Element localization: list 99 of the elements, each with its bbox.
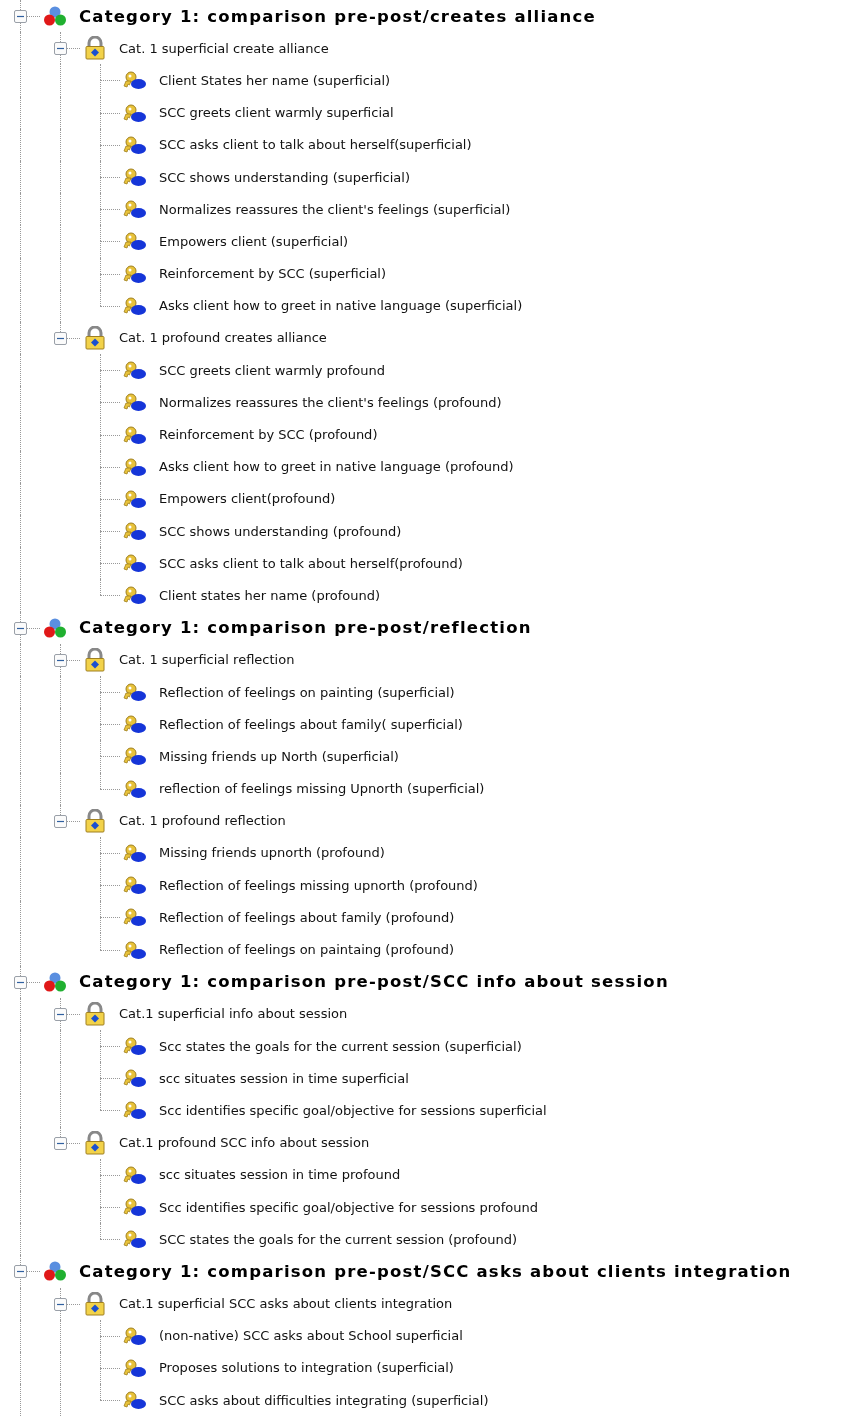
- tree-item-label[interactable]: Scc identifies specific goal/objective for sessions superficial: [159, 1102, 547, 1118]
- key-icon: [123, 424, 147, 445]
- expand-toggle[interactable]: [14, 621, 27, 635]
- tree-item-label[interactable]: Empowers client(profound): [159, 491, 336, 507]
- expand-toggle[interactable]: [54, 653, 67, 667]
- tree-item-label[interactable]: Reflection of feelings on painting (superficial): [159, 684, 455, 700]
- tree-item-label[interactable]: Cat.1 superficial info about session: [119, 1006, 348, 1022]
- key-icon: [123, 585, 147, 606]
- tree-item-label[interactable]: SCC greets client warmly superficial: [159, 105, 394, 121]
- tree-item-label[interactable]: Empowers client (superficial): [159, 233, 349, 249]
- tree-item-label[interactable]: SCC asks about difficulties integrating (superficial): [159, 1392, 489, 1408]
- tree-item-label[interactable]: Reflection of feelings about family (profound): [159, 909, 455, 925]
- expand-toggle[interactable]: [54, 814, 67, 828]
- tree-item-label[interactable]: Client States her name (superficial): [159, 72, 391, 88]
- tree-item-label[interactable]: Cat. 1 profound creates alliance: [119, 330, 327, 346]
- key-icon: [123, 102, 147, 123]
- tree-item-label[interactable]: Client states her name (profound): [159, 587, 380, 603]
- key-icon: [123, 134, 147, 155]
- key-icon: [123, 488, 147, 509]
- expand-toggle[interactable]: [54, 331, 67, 345]
- tree-item-label[interactable]: Cat.1 profound SCC info about session: [119, 1135, 370, 1151]
- tree-item-label[interactable]: Cat. 1 superficial create alliance: [119, 40, 329, 56]
- tree-item-label[interactable]: (non-native) SCC asks about School superficial: [159, 1328, 463, 1344]
- tree-item-label[interactable]: Reinforcement by SCC (profound): [159, 427, 378, 443]
- expand-toggle[interactable]: [54, 1136, 67, 1150]
- tree-item-label[interactable]: SCC asks client to talk about herself(superficial): [159, 137, 472, 153]
- colored-balls-icon: [43, 5, 67, 28]
- tree-item-label[interactable]: Cat. 1 superficial reflection: [119, 652, 295, 668]
- key-icon: [123, 907, 147, 928]
- expand-toggle[interactable]: [14, 1265, 27, 1279]
- tree-item-label[interactable]: Cat.1 superficial SCC asks about clients integration: [119, 1296, 453, 1312]
- tree-item-label[interactable]: Reflection of feelings about family( superficial): [159, 716, 463, 732]
- key-icon: [123, 1325, 147, 1346]
- key-icon: [123, 746, 147, 767]
- tree-item-label[interactable]: Asks client how to greet in native language (profound): [159, 459, 514, 475]
- padlock-icon: [83, 1291, 107, 1316]
- key-icon: [123, 231, 147, 252]
- tree-item-label[interactable]: Category 1: comparison pre-post/creates alliance: [79, 6, 596, 26]
- key-icon: [123, 456, 147, 477]
- key-icon: [123, 939, 147, 960]
- key-icon: [123, 875, 147, 896]
- key-icon: [123, 521, 147, 542]
- expand-toggle[interactable]: [14, 975, 27, 989]
- key-icon: [123, 1229, 147, 1250]
- tree-item-label[interactable]: Reflection of feelings missing upnorth (profound): [159, 877, 478, 893]
- tree-item-label[interactable]: scc situates session in time profound: [159, 1167, 401, 1183]
- key-icon: [123, 167, 147, 188]
- key-icon: [123, 263, 147, 284]
- tree-item-label[interactable]: scc situates session in time superficial: [159, 1070, 409, 1086]
- key-icon: [123, 295, 147, 316]
- tree-item-label[interactable]: SCC greets client warmly profound: [159, 362, 386, 378]
- tree-item-label[interactable]: Asks client how to greet in native language (superficial): [159, 298, 523, 314]
- colored-balls-icon: [43, 616, 67, 639]
- key-icon: [123, 360, 147, 381]
- expand-toggle[interactable]: [14, 10, 27, 24]
- key-icon: [123, 842, 147, 863]
- tree-item-label[interactable]: Category 1: comparison pre-post/SCC asks about clients integration: [79, 1261, 792, 1281]
- key-icon: [123, 1100, 147, 1121]
- key-icon: [123, 1357, 147, 1378]
- expand-toggle[interactable]: [54, 42, 67, 56]
- tree-item-label[interactable]: Cat. 1 profound reflection: [119, 813, 286, 829]
- key-icon: [123, 778, 147, 799]
- tree-item-label[interactable]: Missing friends upnorth (profound): [159, 845, 385, 861]
- key-icon: [123, 553, 147, 574]
- colored-balls-icon: [43, 970, 67, 993]
- key-icon: [123, 392, 147, 413]
- key-icon: [123, 714, 147, 735]
- padlock-icon: [83, 808, 107, 833]
- key-icon: [123, 199, 147, 220]
- padlock-icon: [83, 36, 107, 61]
- tree-item-label[interactable]: Scc identifies specific goal/objective for sessions profound: [159, 1199, 539, 1215]
- padlock-icon: [83, 325, 107, 350]
- tree-item-label[interactable]: Normalizes reassures the client's feelings (profound): [159, 394, 502, 410]
- tree-item-label[interactable]: Category 1: comparison pre-post/SCC info about session: [79, 972, 669, 992]
- key-icon: [123, 1036, 147, 1057]
- tree-item-label[interactable]: Reinforcement by SCC (superficial): [159, 266, 387, 282]
- key-icon: [123, 682, 147, 703]
- tree-item-label[interactable]: Proposes solutions to integration (superficial): [159, 1360, 454, 1376]
- key-icon: [123, 1164, 147, 1185]
- key-icon: [123, 70, 147, 91]
- tree-item-label[interactable]: reflection of feelings missing Upnorth (superficial): [159, 781, 485, 797]
- expand-toggle[interactable]: [54, 1007, 67, 1021]
- padlock-icon: [83, 647, 107, 672]
- padlock-icon: [83, 1001, 107, 1026]
- tree-item-label[interactable]: SCC asks client to talk about herself(profound): [159, 555, 463, 571]
- tree-item-label[interactable]: SCC shows understanding (superficial): [159, 169, 410, 185]
- tree-item-label[interactable]: Scc states the goals for the current session (superficial): [159, 1038, 522, 1054]
- colored-balls-icon: [43, 1260, 67, 1283]
- tree-item-label[interactable]: SCC states the goals for the current session (profound): [159, 1231, 517, 1247]
- tree-item-label[interactable]: Category 1: comparison pre-post/reflection: [79, 618, 532, 638]
- tree-item-label[interactable]: Normalizes reassures the client's feelings (superficial): [159, 201, 511, 217]
- key-icon: [123, 1068, 147, 1089]
- key-icon: [123, 1197, 147, 1218]
- key-icon: [123, 1390, 147, 1411]
- tree-item-label[interactable]: SCC shows understanding (profound): [159, 523, 402, 539]
- expand-toggle[interactable]: [54, 1297, 67, 1311]
- tree-item-label[interactable]: Reflection of feelings on paintaing (profound): [159, 942, 455, 958]
- padlock-icon: [83, 1130, 107, 1155]
- tree-item-label[interactable]: Missing friends up North (superficial): [159, 748, 399, 764]
